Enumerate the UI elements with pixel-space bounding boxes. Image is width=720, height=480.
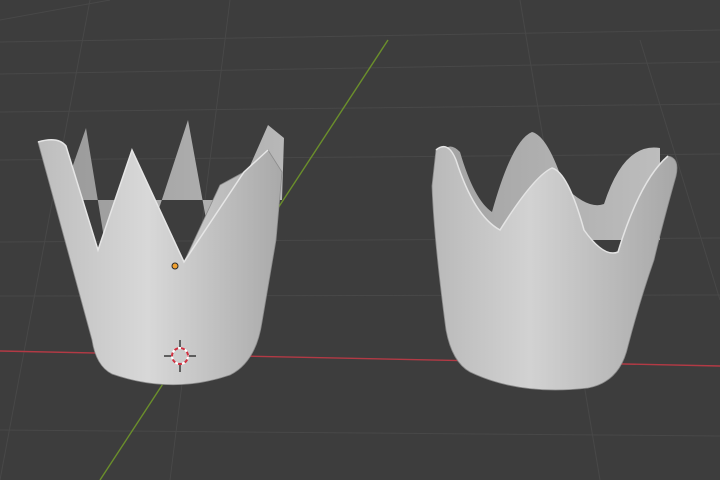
object-origin-dot[interactable] [171, 262, 179, 270]
3d-viewport[interactable] [0, 0, 720, 480]
viewport-canvas[interactable] [0, 0, 720, 480]
